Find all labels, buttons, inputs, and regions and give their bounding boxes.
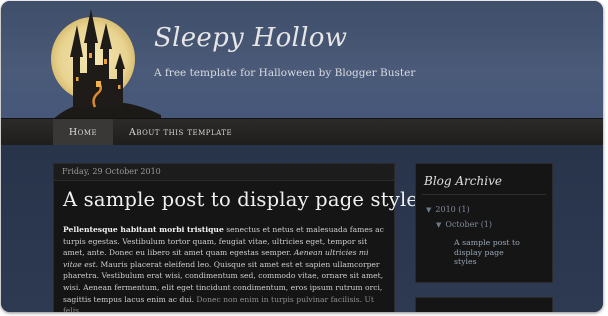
archive-year-label[interactable]: 2010 [435,205,455,214]
archive-month-count: (1) [480,220,493,229]
archive-post-link[interactable]: A sample post to display page styles [454,238,526,267]
blog-header: Sleepy Hollow A free template for Hallow… [1,1,603,119]
nav-item-home[interactable]: Home [53,119,113,146]
archive-year-count: (1) [458,205,470,214]
blog-post: Friday, 29 October 2010 A sample post to… [53,163,428,312]
post-body: Pellentesque habitant morbi tristique se… [63,224,389,312]
archive-divider [422,194,546,195]
nav-item-about[interactable]: About this template [129,119,232,146]
nav-bar: Home About this template [1,118,603,146]
blog-title[interactable]: Sleepy Hollow [154,23,347,53]
archive-year-item[interactable]: ▼ 2010 (1) [426,205,470,214]
page-frame: Sleepy Hollow A free template for Hallow… [1,1,603,312]
sidebar-widget-2 [415,297,553,312]
post-body-bold: Pellentesque habitant morbi tristique [63,225,224,234]
post-date: Friday, 29 October 2010 [54,164,394,181]
archive-title: Blog Archive [424,174,502,188]
triangle-down-icon[interactable]: ▼ [436,221,441,229]
triangle-down-icon[interactable]: ▼ [426,206,431,214]
archive-month-label[interactable]: October [445,220,478,229]
archive-month-item[interactable]: ▼ October (1) [436,220,492,229]
post-title[interactable]: A sample post to display page styles [63,188,428,211]
haunted-castle-icon [51,9,161,119]
blog-archive-widget: Blog Archive ▼ 2010 (1) ▼ October (1) A sa… [415,163,553,283]
blog-tagline: A free template for Halloween by Blogger… [154,67,416,79]
